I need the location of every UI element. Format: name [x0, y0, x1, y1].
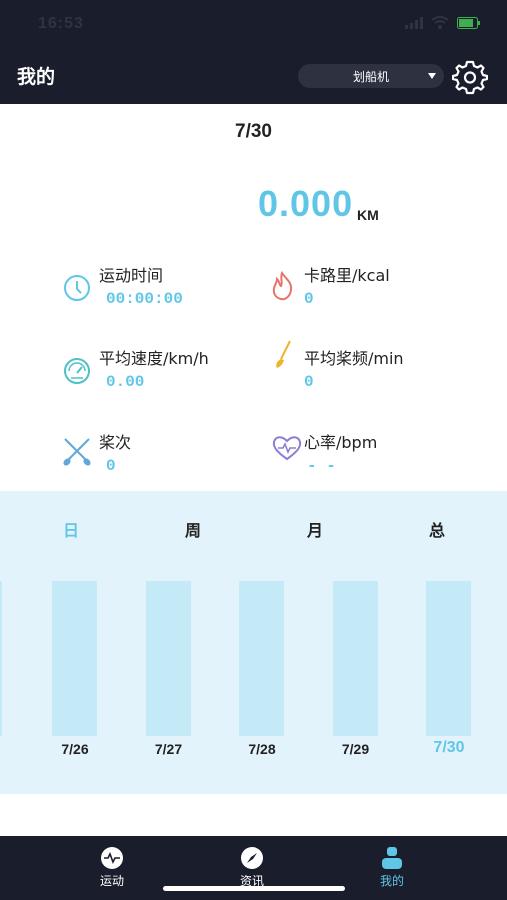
- crossed-oars-icon: [63, 438, 91, 466]
- activity-icon: [101, 847, 123, 869]
- paddle-icon: [276, 340, 291, 368]
- chevron-down-icon: [428, 73, 436, 79]
- stat-label: 桨次: [99, 433, 132, 452]
- home-indicator: [163, 886, 345, 891]
- tab-week[interactable]: 周: [173, 517, 213, 541]
- stat-value: 0.00: [106, 373, 145, 391]
- stat-label: 平均速度/km/h: [99, 349, 209, 368]
- stat-label: 运动时间: [99, 266, 164, 285]
- status-icons: [405, 16, 481, 29]
- stat-label: 心率/bpm: [304, 433, 378, 452]
- stat-value: 0: [304, 373, 314, 391]
- tab-mine[interactable]: 我的: [357, 846, 427, 889]
- tab-exercise-label: 运动: [99, 874, 124, 888]
- tab-month[interactable]: 月: [295, 517, 335, 541]
- tab-day[interactable]: 日: [51, 517, 91, 541]
- clock-icon: [64, 275, 90, 301]
- status-time: 16:53: [38, 15, 84, 32]
- stat-label: 平均桨频/min: [304, 349, 404, 368]
- speedometer-icon: [64, 358, 90, 384]
- chart-bar-label: 7/28: [248, 741, 276, 757]
- compass-icon: [241, 847, 263, 869]
- chart-edge-bar: [0, 581, 2, 736]
- flame-icon: [272, 270, 293, 301]
- wifi-icon: [431, 16, 449, 29]
- stat-label: 卡路里/kcal: [304, 266, 390, 285]
- history-chart-panel: 日 周 月 总 7/26 7/27 7/28 7/29 7/30: [0, 491, 507, 794]
- chart-bar[interactable]: [52, 581, 97, 736]
- chart-bar-label: 7/26: [61, 741, 89, 757]
- chart-bar[interactable]: [426, 581, 471, 736]
- stat-value: - -: [307, 457, 336, 475]
- chart-bar[interactable]: [145, 581, 191, 736]
- device-select-label: 划船机: [352, 69, 389, 84]
- tab-mine-label: 我的: [379, 874, 404, 888]
- tab-news[interactable]: 资讯: [217, 846, 287, 889]
- chart-bar-label: 7/27: [154, 741, 183, 757]
- page-title: 我的: [17, 66, 56, 88]
- heart-rate-icon: [272, 436, 302, 461]
- stat-value: 00:00:00: [106, 290, 183, 308]
- tab-total[interactable]: 总: [417, 517, 457, 541]
- user-icon: [382, 847, 402, 869]
- chart-bar[interactable]: [332, 581, 378, 736]
- chart-bar-label: 7/30: [433, 739, 465, 756]
- date-title: 7/30: [235, 121, 272, 142]
- tab-exercise[interactable]: 运动: [77, 846, 147, 889]
- distance-unit: KM: [357, 207, 379, 223]
- header-bar: 16:53 我的 划船机: [0, 0, 507, 104]
- battery-icon: [457, 16, 480, 29]
- gear-icon[interactable]: [452, 59, 488, 95]
- device-select[interactable]: 划船机: [298, 64, 444, 88]
- chart-bar-label: 7/29: [341, 741, 370, 757]
- distance-value: 0.000: [258, 183, 354, 224]
- stat-value: 0: [304, 290, 314, 308]
- signal-icon: [405, 16, 423, 29]
- chart-bar[interactable]: [239, 581, 284, 736]
- stat-value: 0: [106, 457, 116, 475]
